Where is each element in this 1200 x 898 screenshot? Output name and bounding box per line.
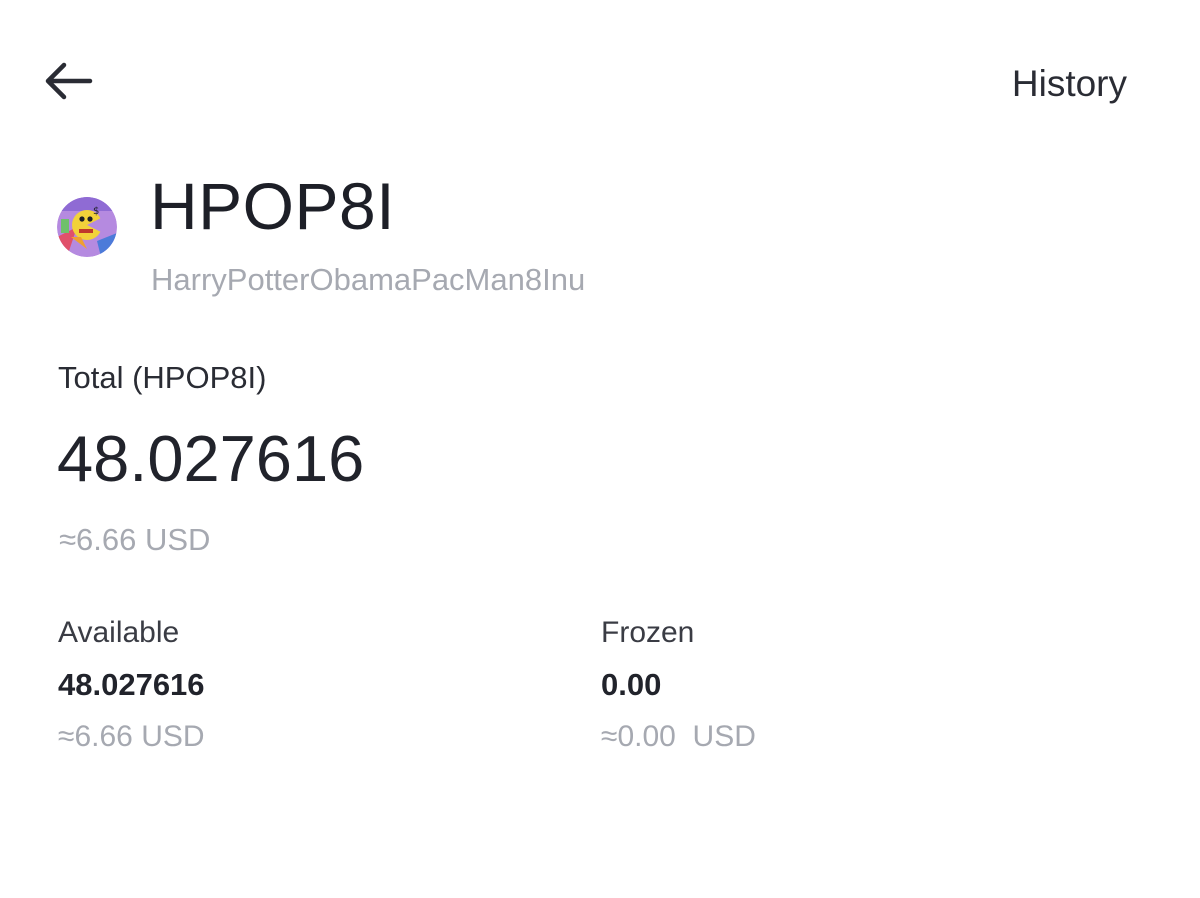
history-link[interactable]: History: [1012, 62, 1127, 106]
total-usd-value: ≈6.66 USD: [59, 522, 211, 557]
available-amount: 48.027616: [58, 667, 205, 702]
frozen-label: Frozen: [601, 616, 695, 649]
frozen-section: Frozen 0.00 ≈0.00 USD: [601, 614, 756, 756]
token-logo-icon: $: [57, 197, 117, 257]
token-full-name: HarryPotterObamaPacMan8Inu: [151, 262, 586, 297]
frozen-usd-value: ≈0.00 USD: [601, 720, 756, 753]
arrow-left-icon: [45, 62, 93, 100]
svg-text:$: $: [93, 206, 99, 217]
back-button[interactable]: [38, 56, 98, 106]
total-amount: 48.027616: [57, 422, 365, 495]
available-label: Available: [58, 616, 180, 649]
available-section: Available 48.027616 ≈6.66 USD: [58, 614, 205, 756]
token-symbol: HPOP8I: [150, 169, 396, 243]
available-usd-value: ≈6.66 USD: [58, 720, 205, 753]
frozen-amount: 0.00: [601, 667, 662, 702]
total-label: Total (HPOP8I): [58, 360, 267, 395]
